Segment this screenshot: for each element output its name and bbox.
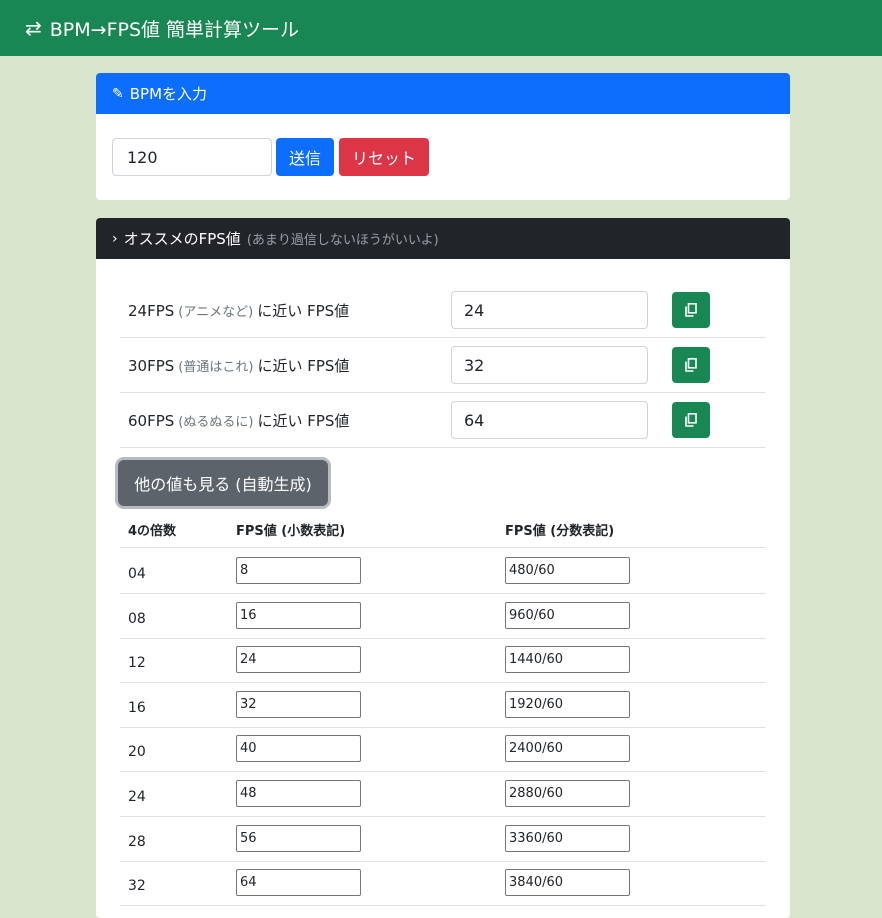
fps-fraction-input[interactable]: [505, 824, 630, 852]
bpm-input[interactable]: [112, 138, 272, 176]
fps-value-input-30[interactable]: [451, 346, 648, 384]
pencil-icon: ✎: [112, 85, 124, 102]
bpm-card-header: ✎ BPMを入力: [96, 73, 790, 114]
send-button[interactable]: 送信: [276, 138, 334, 176]
show-more-button[interactable]: 他の値も見る (自動生成): [118, 460, 328, 506]
fps-row-label: 60FPS (ぬるぬるに) に近い FPS値: [128, 411, 350, 431]
fps-row-label: 30FPS (普通はこれ) に近い FPS値: [128, 356, 350, 376]
fps-recommend-card: › オススメのFPS値 (あまり過信しないほうがいいよ) 24FPS (アニメな…: [96, 218, 790, 918]
fps-decimal-input[interactable]: [236, 824, 361, 852]
fps-row-24: 24FPS (アニメなど) に近い FPS値: [120, 283, 766, 338]
fps-fraction-input[interactable]: [505, 780, 630, 807]
table-row: 28: [120, 817, 766, 862]
table-row: 20: [120, 727, 766, 773]
multiple-value: 20: [128, 744, 146, 761]
multiple-value: 08: [128, 610, 146, 627]
multiple-value: 12: [128, 655, 146, 672]
multiple-value: 28: [128, 833, 146, 850]
fps-fraction-input[interactable]: [505, 690, 630, 718]
table-row: 24: [120, 772, 766, 817]
fps-fraction-input[interactable]: [505, 646, 630, 674]
table-row: 08: [120, 594, 766, 639]
fps-fraction-input[interactable]: [505, 869, 630, 897]
table-row: 32: [120, 861, 766, 907]
fps-value-input-24[interactable]: [451, 291, 648, 329]
fps-fraction-input[interactable]: [505, 601, 630, 629]
table-row: 04: [120, 549, 766, 594]
col-header-decimal: FPS値 (小数表記): [236, 524, 346, 539]
fps-row-60: 60FPS (ぬるぬるに) に近い FPS値: [120, 393, 766, 448]
bpm-input-card: ✎ BPMを入力 送信 リセット: [96, 73, 790, 200]
fps-card-title: オススメのFPS値: [123, 230, 241, 248]
fps-row-30: 30FPS (普通はこれ) に近い FPS値: [120, 338, 766, 393]
fps-decimal-input[interactable]: [236, 646, 361, 674]
table-row: 12: [120, 638, 766, 684]
fps-decimal-input[interactable]: [236, 780, 361, 807]
reset-button[interactable]: リセット: [339, 138, 429, 176]
fps-decimal-input[interactable]: [236, 690, 361, 718]
fps-fraction-input[interactable]: [505, 557, 630, 584]
fps-card-hint: (あまり過信しないほうがいいよ): [246, 233, 439, 248]
fps-decimal-input[interactable]: [236, 735, 361, 763]
fps-decimal-input[interactable]: [236, 601, 361, 629]
chevron-right-icon: ›: [112, 230, 118, 247]
multiples-table-header: 4の倍数 FPS値 (小数表記) FPS値 (分数表記): [120, 508, 766, 548]
multiple-value: 16: [128, 699, 146, 716]
copy-button[interactable]: [672, 402, 710, 438]
app-title[interactable]: BPM→FPS値 簡単計算ツール: [50, 15, 299, 42]
copy-icon: [685, 303, 697, 317]
fps-decimal-input[interactable]: [236, 869, 361, 897]
fps-card-header: › オススメのFPS値 (あまり過信しないほうがいいよ): [96, 218, 790, 259]
col-header-fraction: FPS値 (分数表記): [505, 524, 615, 539]
bpm-card-title: BPMを入力: [129, 85, 208, 103]
copy-icon: [685, 413, 697, 427]
fps-value-input-60[interactable]: [451, 401, 648, 439]
col-header-multiple: 4の倍数: [128, 524, 177, 539]
navbar: ⇄ BPM→FPS値 簡単計算ツール: [0, 0, 882, 56]
multiple-value: 04: [128, 566, 146, 582]
copy-button[interactable]: [672, 347, 710, 383]
multiple-value: 24: [128, 789, 146, 805]
copy-button[interactable]: [672, 292, 710, 328]
copy-icon: [685, 358, 697, 372]
table-row: 16: [120, 683, 766, 728]
swap-arrows-icon: ⇄: [25, 16, 42, 40]
fps-fraction-input[interactable]: [505, 735, 630, 763]
fps-decimal-input[interactable]: [236, 557, 361, 584]
multiple-value: 32: [128, 878, 146, 895]
fps-row-label: 24FPS (アニメなど) に近い FPS値: [128, 301, 350, 321]
